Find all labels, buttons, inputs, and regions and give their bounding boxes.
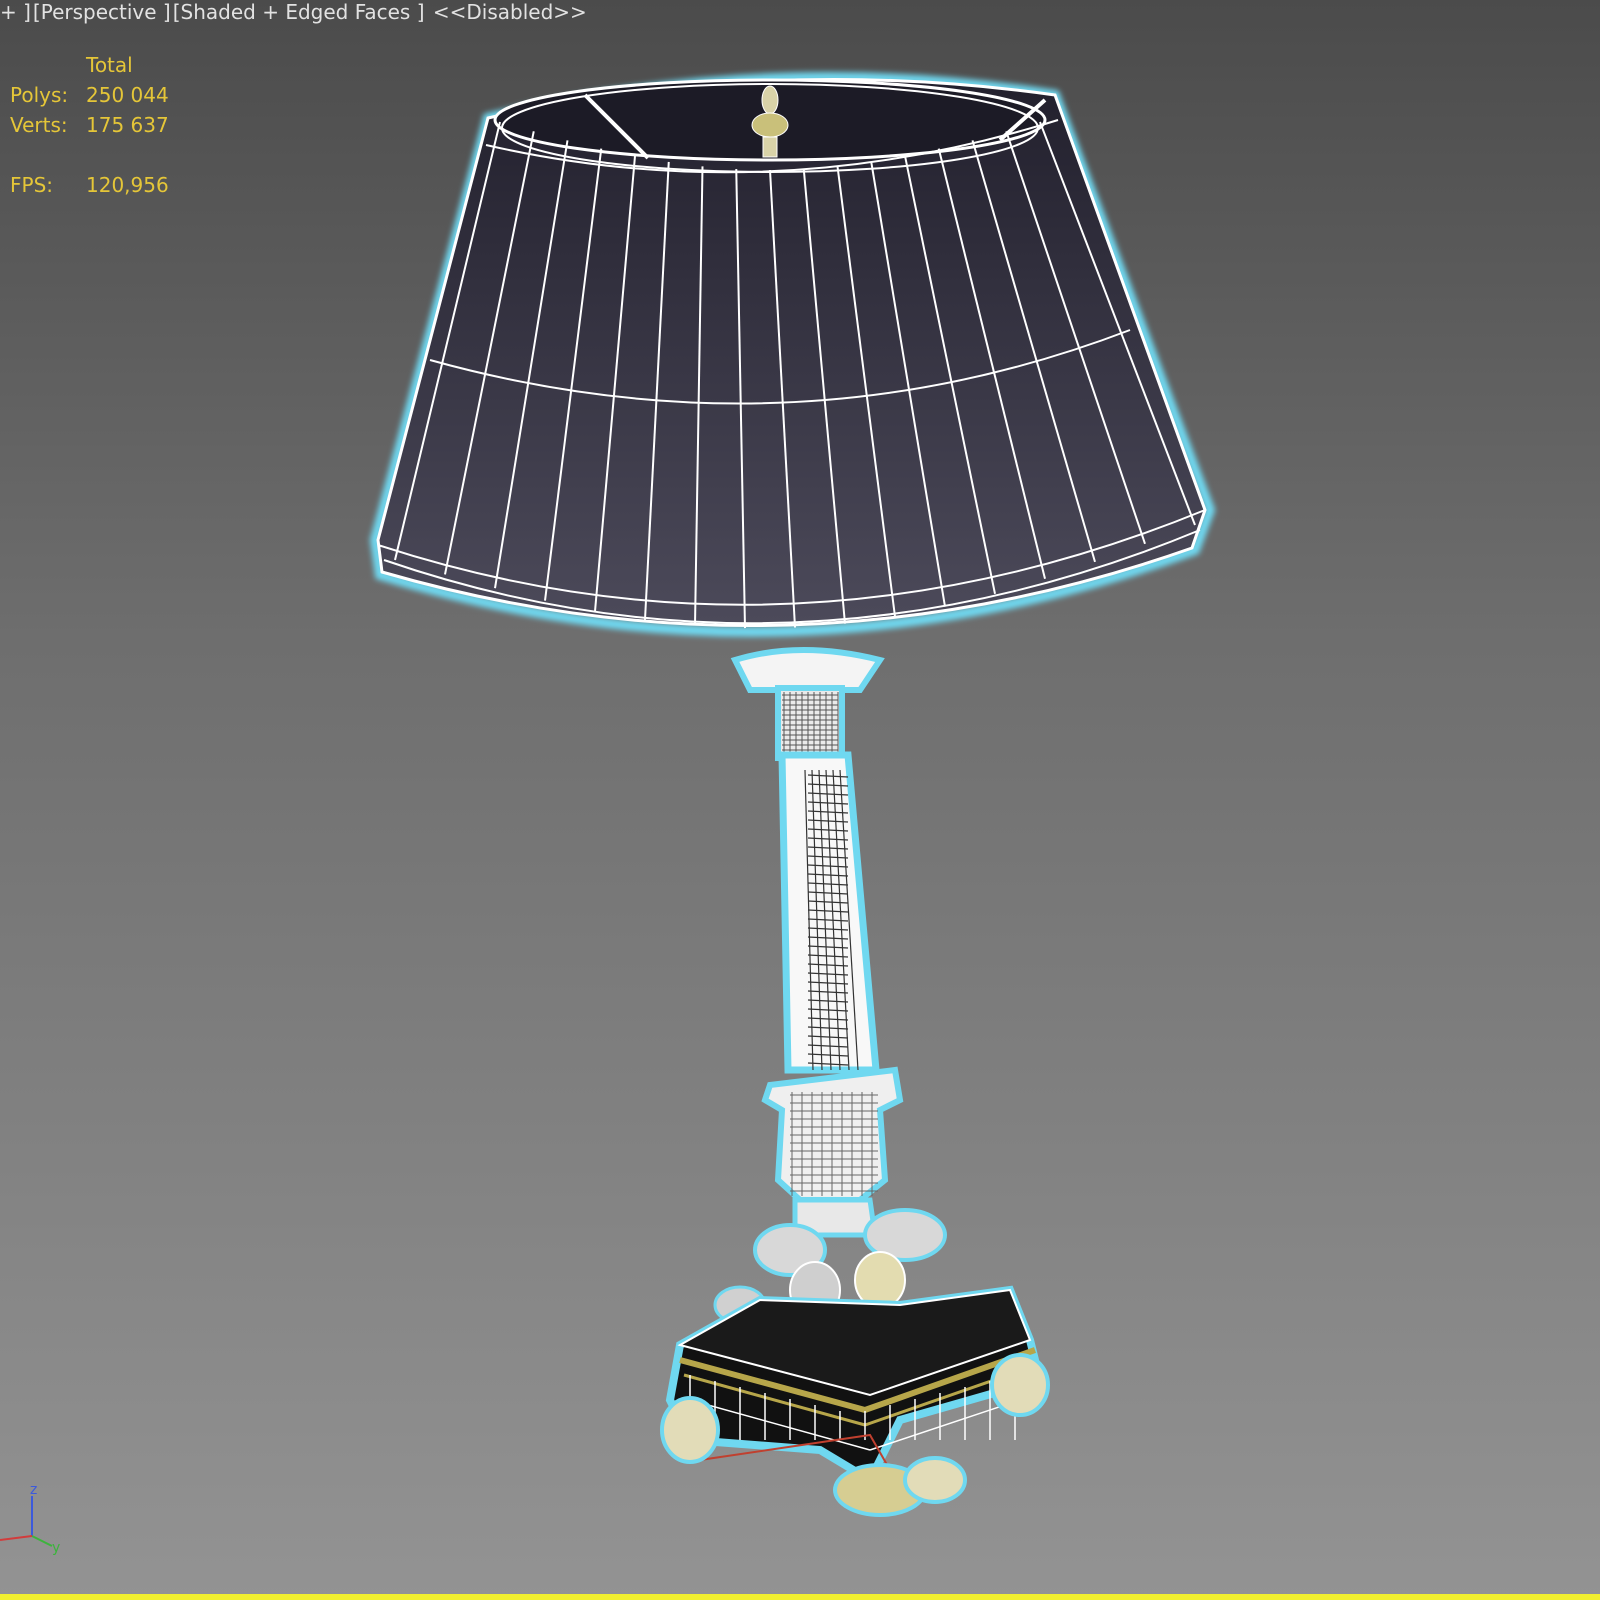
gizmo-y-label: y: [52, 1540, 60, 1556]
time-slider-bar[interactable]: [0, 1594, 1600, 1600]
axis-gizmo: z y: [0, 1482, 60, 1556]
lamp-collar[interactable]: [761, 1066, 904, 1238]
lamp-column[interactable]: [778, 751, 880, 1074]
lamp-shade[interactable]: [369, 72, 1216, 637]
lamp-model[interactable]: [0, 0, 1600, 1600]
lamp-neck[interactable]: [730, 647, 885, 761]
gizmo-z-label: z: [30, 1482, 37, 1498]
viewport-perspective[interactable]: + ] [Perspective ] [Shaded + Edged Faces…: [0, 0, 1600, 1600]
